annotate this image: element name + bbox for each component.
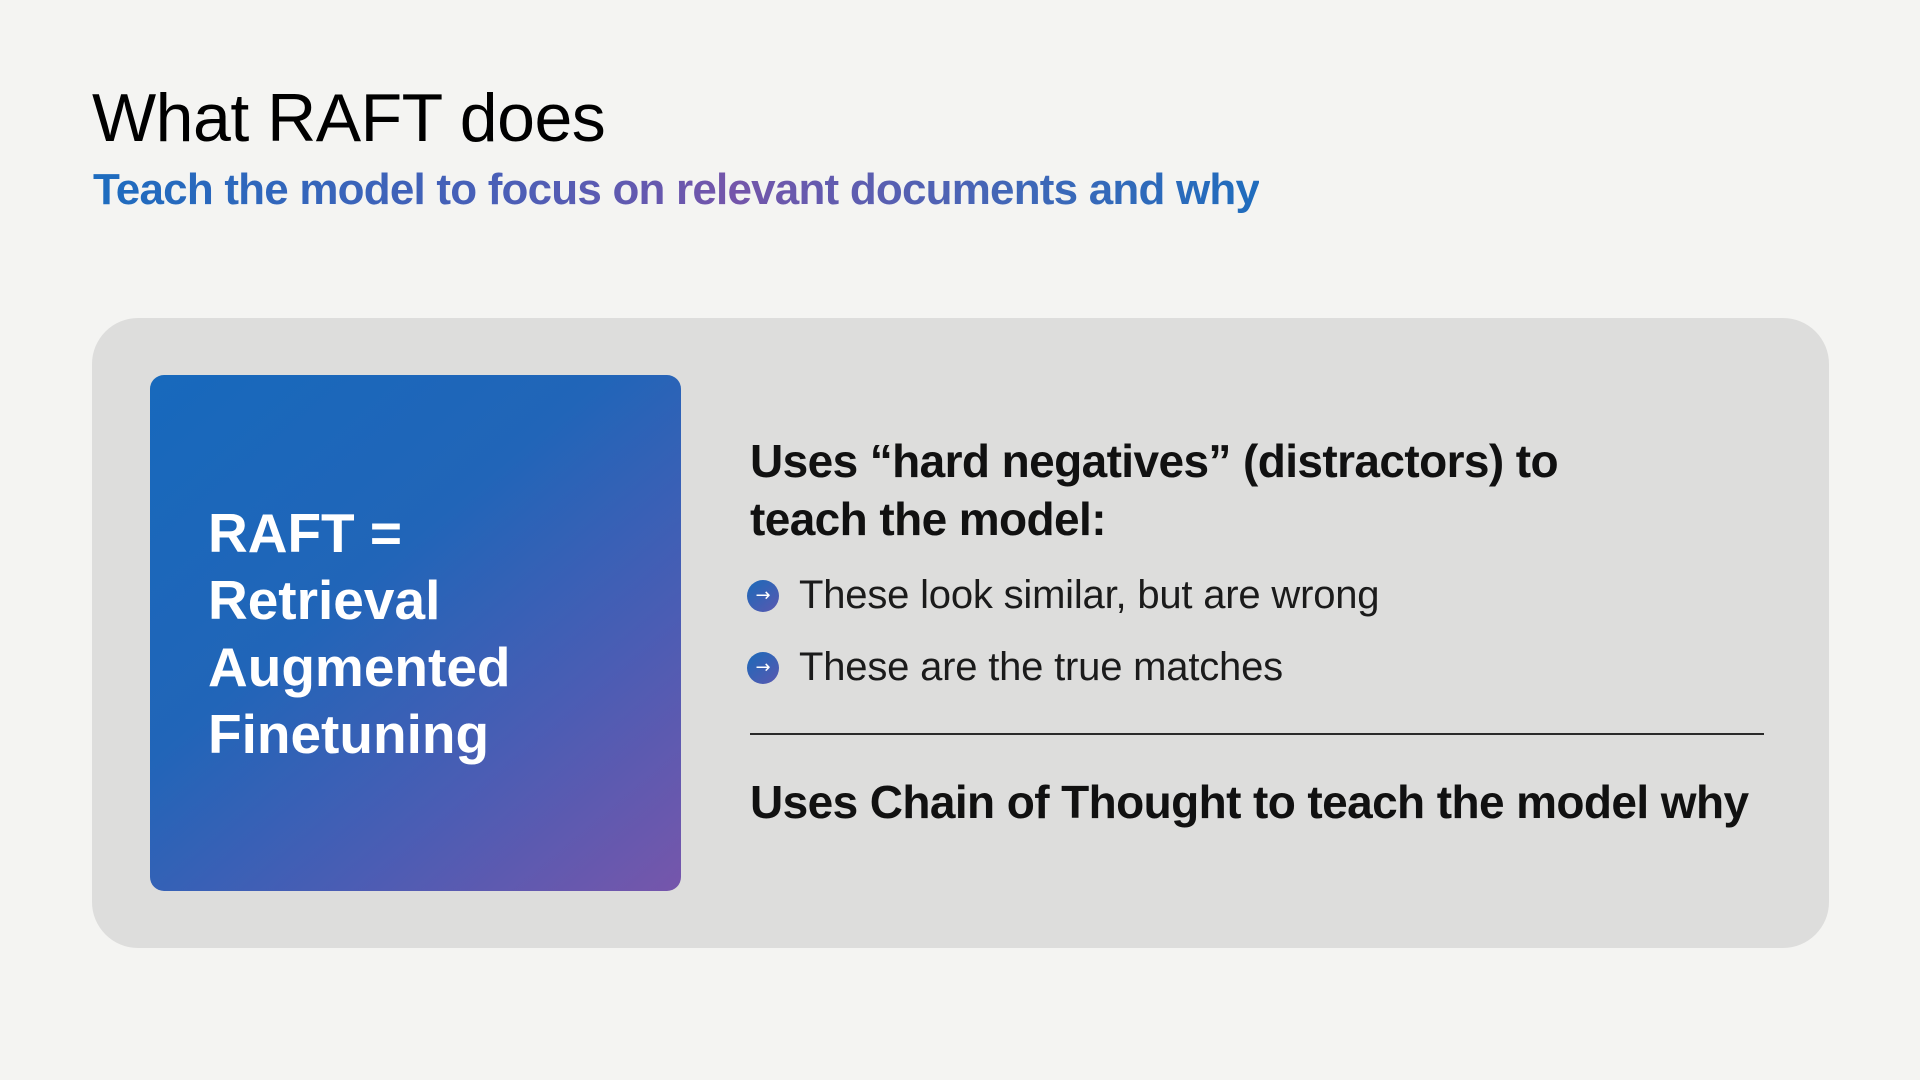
raft-definition-text: RAFT = Retrieval Augmented Finetuning [208,500,511,768]
hard-negatives-heading: Uses “hard negatives” (distractors) to t… [750,432,1650,548]
hard-negatives-heading-line1: Uses “hard negatives” (distractors) to [750,435,1559,487]
bullet-item: → These are the true matches [747,645,1283,690]
raft-line-finetuning: Finetuning [208,703,490,765]
slide: What RAFT does Teach the model to focus … [0,0,1920,1080]
chain-of-thought-heading: Uses Chain of Thought to teach the model… [750,776,1749,828]
slide-subtitle: Teach the model to focus on relevant doc… [93,162,1260,218]
arrow-right-icon: → [747,579,779,612]
raft-line-retrieval: Retrieval [208,569,441,631]
bullet-item: → These look similar, but are wrong [747,573,1380,618]
raft-definition-card: RAFT = Retrieval Augmented Finetuning [150,375,681,891]
bullet-text: These are the true matches [799,645,1283,689]
raft-line-acronym: RAFT = [208,502,403,564]
arrow-right-icon: → [747,651,779,684]
hard-negatives-heading-line2: teach the model: [750,493,1107,545]
bullet-text: These look similar, but are wrong [799,573,1380,617]
slide-title: What RAFT does [92,80,606,156]
raft-line-augmented: Augmented [208,636,511,698]
section-divider [750,733,1764,735]
